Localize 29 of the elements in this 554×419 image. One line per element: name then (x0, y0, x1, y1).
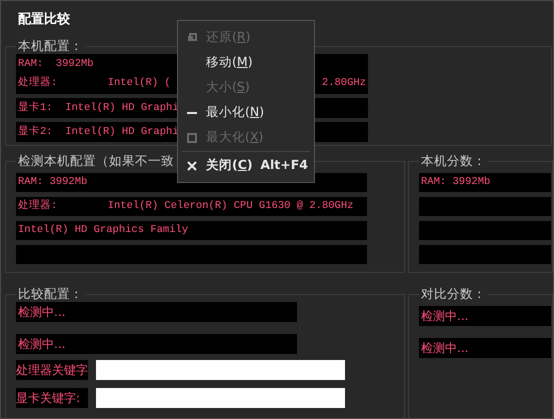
window-title: 配置比较 (18, 11, 70, 29)
maximize-icon (186, 132, 198, 144)
group-label: 对比分数： (419, 286, 488, 302)
box-text: 显卡2: Intel(R) HD Graphi (18, 124, 179, 140)
restore-icon (186, 32, 198, 44)
group-label: 检测本机配置（如果不一致 (16, 153, 176, 169)
box-text: 检测中... (18, 336, 66, 352)
close-icon (186, 160, 198, 172)
box-text: 检测中... (421, 308, 468, 324)
menu-item[interactable]: 移动(M) (178, 50, 314, 75)
group-label: 本机分数： (419, 153, 488, 169)
input-field[interactable] (96, 388, 345, 408)
box-text: RAM: 3992Mb (421, 175, 490, 190)
menu-item[interactable]: 最小化(N) (178, 100, 314, 125)
box-text: 检测中... (18, 304, 66, 320)
box-text: 处理器: Intel(R) ( (18, 75, 171, 91)
group-label: 本机配置： (16, 38, 85, 54)
box-text: RAM: 3992Mb (18, 57, 94, 72)
box-text: Intel(R) HD Graphics Family (18, 223, 188, 238)
field-label: 显卡关键字: (16, 388, 88, 408)
box-text: RAM: 3992Mb (18, 175, 88, 190)
box-text: 检测中... (421, 340, 468, 356)
group-label: 比较配置： (16, 286, 85, 302)
input-field[interactable] (96, 360, 345, 380)
field-label: 处理器关键字 (16, 360, 88, 380)
box-text: 处理器: Intel(R) Celeron(R) CPU G1630 @ 2.80GHz (18, 198, 354, 214)
box-text: 2.80GHz (322, 76, 366, 91)
menu-item[interactable]: 关闭(C) Alt+F4 (178, 153, 314, 178)
box-text: 显卡1: Intel(R) HD Graphi (18, 100, 179, 116)
